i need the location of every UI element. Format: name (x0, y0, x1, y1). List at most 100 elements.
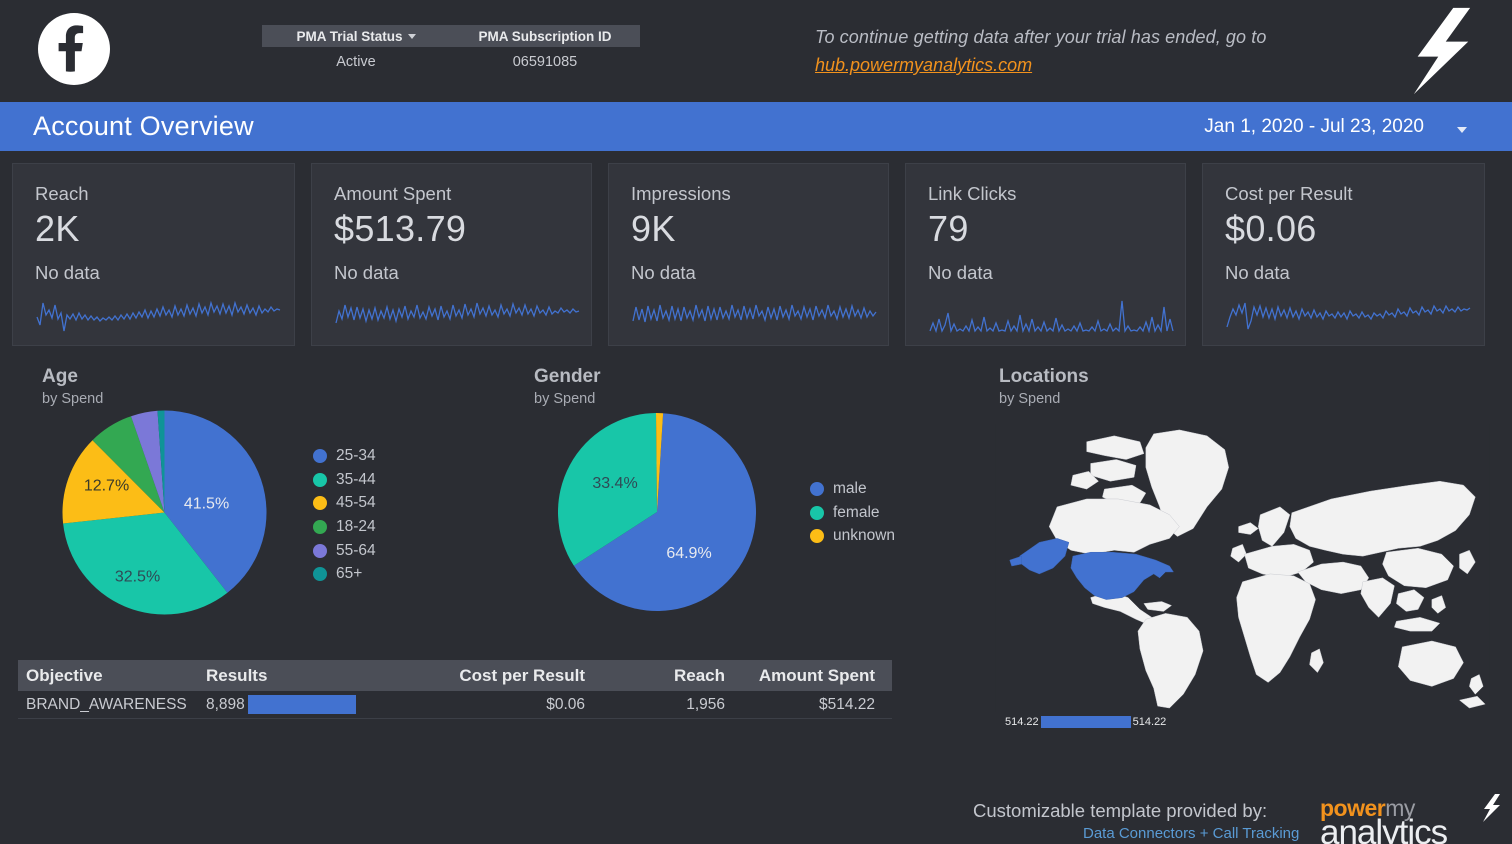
map-color-legend: 514.22 514.22 (1005, 716, 1166, 728)
legend-item[interactable]: female (810, 501, 895, 525)
locations-chart-panel: Locations by Spend (999, 366, 1089, 407)
legend-label: 45-54 (336, 494, 376, 512)
kpi-row: Reach 2K No data Amount Spent $513.79 No… (0, 163, 1512, 346)
kpi-label: Cost per Result (1225, 183, 1353, 204)
sparkline-chart (929, 300, 1174, 333)
table-header-cost-per-result[interactable]: Cost per Result (378, 666, 593, 686)
sparkline-chart (1226, 302, 1471, 330)
legend-item[interactable]: male (810, 477, 895, 501)
gender-chart-legend: male female unknown (810, 477, 895, 548)
legend-item[interactable]: 55-64 (313, 539, 376, 563)
kpi-comparison: No data (1225, 262, 1290, 283)
legend-swatch-icon (313, 567, 327, 582)
date-range-selector[interactable]: Jan 1, 2020 - Jul 23, 2020 (1204, 116, 1424, 138)
kpi-label: Impressions (631, 183, 731, 204)
results-bar (247, 695, 356, 714)
legend-item[interactable]: 35-44 (313, 468, 376, 492)
age-chart-legend: 25-34 35-44 45-54 18-24 55-64 65+ (313, 444, 376, 586)
legend-swatch-icon (810, 481, 824, 496)
kpi-value: $0.06 (1225, 208, 1317, 249)
legend-item[interactable]: 45-54 (313, 491, 376, 515)
lightning-bolt-icon (1413, 7, 1471, 95)
kpi-label: Amount Spent (334, 183, 452, 204)
page-title: Account Overview (33, 111, 254, 141)
pma-subscription-id-value: 06591085 (512, 54, 578, 70)
table-header-results[interactable]: Results (198, 666, 378, 686)
legend-item[interactable]: unknown (810, 524, 895, 548)
table-header-amount-spent[interactable]: Amount Spent (733, 666, 883, 686)
kpi-comparison: No data (35, 262, 100, 283)
legend-label: unknown (833, 527, 896, 545)
footer-data-connectors-link[interactable]: Data Connectors + Call Tracking (1083, 825, 1299, 842)
kpi-card-amount-spent[interactable]: Amount Spent $513.79 No data (311, 163, 592, 346)
map-legend-min: 514.22 (1005, 716, 1039, 728)
pma-subscription-id-header[interactable]: PMA Subscription ID (450, 29, 640, 44)
legend-item[interactable]: 18-24 (313, 515, 376, 539)
legend-swatch-icon (313, 448, 327, 463)
legend-label: 18-24 (336, 517, 376, 535)
chevron-down-icon[interactable] (407, 34, 416, 40)
age-chart-title: Age (42, 366, 78, 387)
page-title-bar: Account Overview Jan 1, 2020 - Jul 23, 2… (0, 102, 1512, 151)
pma-table-row: Active 06591085 (262, 47, 640, 77)
age-pie-chart[interactable]: 41.5% 32.5% 12.7% (53, 410, 276, 615)
kpi-comparison: No data (631, 262, 696, 283)
powermyanalytics-logo: powermy analytics (1320, 794, 1510, 844)
kpi-value: $513.79 (334, 208, 467, 249)
chevron-down-icon[interactable] (1457, 127, 1467, 133)
legend-label: male (833, 479, 867, 497)
gender-chart-subtitle: by Spend (534, 391, 596, 407)
legend-swatch-icon (313, 543, 327, 558)
pie-label-25-34: 41.5% (184, 496, 229, 513)
cell-cost-per-result: $0.06 (546, 695, 585, 713)
legend-item[interactable]: 25-34 (313, 444, 376, 468)
age-chart-panel: Age by Spend (42, 366, 103, 407)
kpi-comparison: No data (334, 262, 399, 283)
kpi-label: Reach (35, 183, 89, 204)
legend-item[interactable]: 65+ (313, 562, 376, 586)
map-legend-max: 514.22 (1132, 716, 1167, 728)
locations-chart-subtitle: by Spend (999, 391, 1061, 407)
legend-swatch-icon (810, 505, 824, 520)
pma-trial-status-value: Active (336, 54, 376, 70)
legend-swatch-icon (810, 529, 824, 544)
kpi-value: 9K (631, 208, 676, 249)
kpi-label: Link Clicks (928, 183, 1017, 204)
pma-trial-status-header[interactable]: PMA Trial Status (262, 29, 450, 44)
kpi-card-reach[interactable]: Reach 2K No data (12, 163, 295, 346)
kpi-card-cost-per-result[interactable]: Cost per Result $0.06 No data (1202, 163, 1485, 346)
table-row[interactable]: BRAND_AWARENESS 8,898 $0.06 1,956 $514.2… (18, 691, 892, 719)
table-header-reach[interactable]: Reach (593, 666, 733, 686)
legend-swatch-icon (313, 496, 327, 511)
lightning-bolt-icon (1483, 794, 1500, 822)
pma-status-table: PMA Trial Status PMA Subscription ID Act… (262, 25, 640, 77)
table-header-row: Objective Results Cost per Result Reach … (18, 660, 892, 691)
kpi-value: 2K (35, 208, 80, 249)
legend-label: 65+ (336, 565, 363, 583)
pie-label-35-44: 32.5% (115, 569, 160, 586)
gender-pie-chart[interactable]: 64.9% 33.4% (557, 412, 757, 612)
cell-amount-spent: $514.22 (818, 695, 875, 713)
kpi-card-link-clicks[interactable]: Link Clicks 79 No data (905, 163, 1186, 346)
footer-text: Customizable template provided by: (973, 800, 1268, 821)
top-bar: PMA Trial Status PMA Subscription ID Act… (0, 0, 1512, 100)
sparkline-chart (335, 301, 580, 324)
kpi-card-impressions[interactable]: Impressions 9K No data (608, 163, 889, 346)
pie-label-male: 64.9% (666, 545, 711, 562)
locations-chart-title: Locations (999, 366, 1089, 387)
legend-label: female (833, 503, 880, 521)
age-chart-subtitle: by Spend (42, 391, 104, 407)
trial-message-text: To continue getting data after your tria… (815, 27, 1267, 47)
map-legend-gradient (1040, 716, 1131, 728)
powermyanalytics-hub-link[interactable]: hub.powermyanalytics.com (815, 51, 1032, 79)
footer: Customizable template provided by: Data … (965, 794, 1512, 844)
world-map-chart[interactable] (995, 424, 1490, 712)
gender-chart-panel: Gender by Spend (534, 366, 601, 407)
sparkline-chart (36, 300, 281, 332)
legend-label: 25-34 (336, 446, 376, 464)
facebook-icon (38, 13, 110, 85)
pma-trial-status-header-label: PMA Trial Status (296, 28, 403, 44)
cell-results-value: 8,898 (206, 695, 245, 713)
kpi-comparison: No data (928, 262, 993, 283)
table-header-objective[interactable]: Objective (18, 666, 198, 686)
